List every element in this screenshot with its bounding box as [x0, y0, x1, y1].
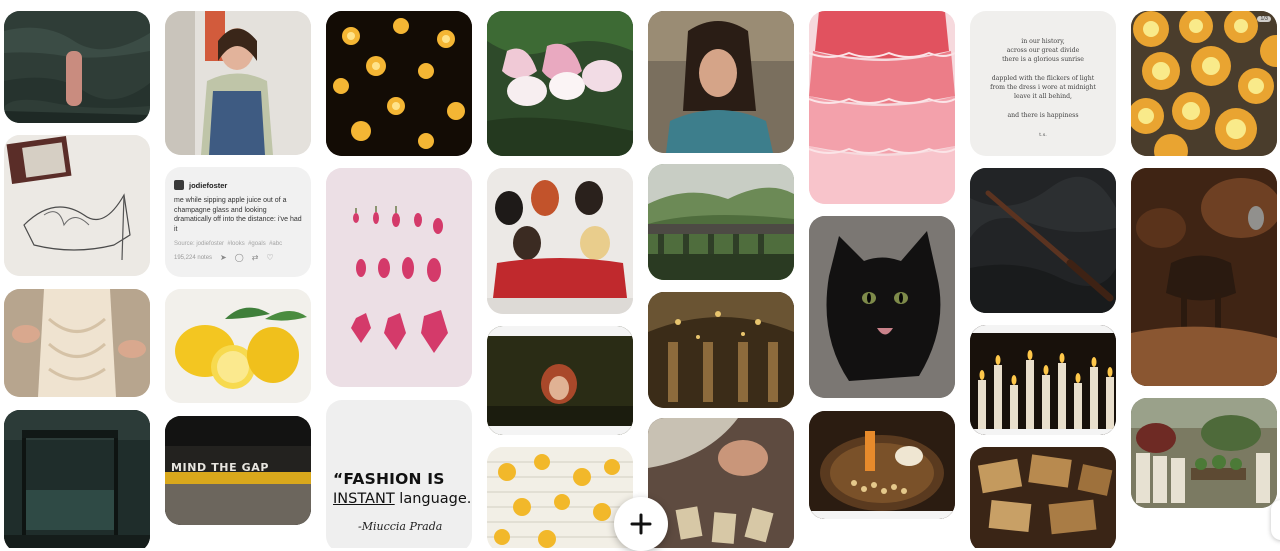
red-hair-night-pin[interactable] — [487, 326, 633, 435]
pin-image — [326, 11, 472, 156]
fashion-shoe-sketch-pin[interactable] — [4, 135, 150, 276]
pin-image — [1131, 168, 1277, 386]
tweet-username: jodiefoster — [189, 180, 228, 190]
yellow-flower-book-pin[interactable] — [487, 447, 633, 548]
image-counter: 1/3 — [1257, 16, 1271, 22]
tweet-tag: #goals — [248, 241, 266, 247]
quote-line-2: INSTANT language.” — [333, 491, 472, 507]
comment-icon: ◯ — [234, 253, 244, 262]
pin-image — [648, 292, 794, 408]
spice-girls-pin[interactable] — [487, 168, 633, 314]
tweet-footer: 195,224 notes ➤ ◯ ⇄ ♡ — [174, 253, 302, 262]
pin-image — [165, 289, 311, 403]
tweet-notes: 195,224 notes — [174, 254, 213, 261]
woman-denim-overalls-pin[interactable] — [165, 11, 311, 155]
pin-grid: jodiefoster me while sipping apple juice… — [0, 0, 1280, 548]
pin-image — [4, 289, 150, 397]
pin-image — [487, 11, 633, 156]
pin-image — [809, 411, 955, 519]
pin-image — [970, 325, 1116, 435]
green-knit-sweater-pin[interactable] — [4, 11, 150, 123]
quote-underlined-word: INSTANT — [333, 491, 395, 507]
mind-the-gap-text: MIND THE GAP — [171, 461, 270, 474]
poem-line: and there is happiness — [1007, 111, 1079, 119]
pin-image — [487, 168, 633, 314]
pin-image — [648, 11, 794, 153]
poem-line: dappled with the flickers of light — [991, 74, 1095, 82]
avatar — [174, 180, 184, 190]
dark-canopy-bedroom-pin[interactable] — [4, 410, 150, 548]
tweet-tag: #looks — [227, 241, 245, 247]
mind-the-gap-pin[interactable]: MIND THE GAP — [165, 416, 311, 525]
dress-form-tailoring-pin[interactable] — [4, 289, 150, 397]
pin-image — [4, 11, 150, 123]
black-cat-pin[interactable] — [809, 216, 955, 398]
poem-text: in our history, across our great divide … — [970, 37, 1116, 120]
tweet-text: me while sipping apple juice out of a ch… — [174, 197, 302, 233]
great-hall-pin[interactable] — [648, 292, 794, 408]
cauldron-pin[interactable] — [1131, 168, 1277, 386]
poem-line: there is a glorious sunrise — [1002, 56, 1084, 64]
poem-line — [970, 65, 1116, 74]
candles-pin[interactable] — [970, 325, 1116, 435]
quote-line-1: “FASHION IS — [333, 470, 445, 488]
pink-buds-flatlay-pin[interactable] — [326, 168, 472, 387]
pin-image — [326, 168, 472, 387]
poem-pin[interactable]: in our history, across our great divide … — [970, 11, 1116, 156]
pin-image — [165, 11, 311, 155]
fashion-quote-pin[interactable]: “FASHION IS INSTANT language.” -Miuccia … — [326, 400, 472, 548]
woman-teal-shirt-pin[interactable] — [648, 11, 794, 153]
tweet-tag: #abc — [269, 241, 283, 247]
tweet-source: Source: jodiefoster #looks #goals #abc — [174, 241, 302, 247]
pin-image — [970, 447, 1116, 548]
reblog-icon: ⇄ — [251, 253, 259, 262]
tweet-source-text: Source: jodiefoster — [174, 241, 225, 247]
fuchsia-flowers-pin[interactable] — [487, 11, 633, 156]
lemon-cakes-pin[interactable]: 1/3 — [1131, 11, 1277, 156]
poem-line: leave it all behind, — [1014, 93, 1072, 101]
poem-line: across our great divide — [1006, 47, 1080, 55]
pin-image — [648, 418, 794, 548]
tarot-cards-hands-pin[interactable] — [648, 418, 794, 548]
poem-signature: t.s. — [1039, 132, 1047, 138]
poem-line: from the dress i wore at midnight — [990, 84, 1096, 92]
heart-icon: ♡ — [266, 253, 274, 262]
pin-image — [648, 164, 794, 280]
pin-image — [487, 447, 633, 548]
pin-image — [1131, 11, 1277, 156]
greenhouse-pin[interactable] — [1131, 398, 1277, 508]
lemons-painting-pin[interactable] — [165, 289, 311, 403]
quote-line-2-rest: language.” — [394, 491, 472, 507]
poem-line: in our history, — [1021, 38, 1065, 45]
magic-wand-pin[interactable] — [970, 168, 1116, 313]
pin-image — [4, 410, 150, 548]
star-fairy-lights-pin[interactable] — [326, 11, 472, 156]
tarot-table-pin[interactable] — [970, 447, 1116, 548]
pin-image — [809, 11, 955, 204]
help-button[interactable] — [1271, 500, 1280, 540]
pin-image — [970, 168, 1116, 313]
pin-image — [1131, 398, 1277, 508]
create-pin-button[interactable] — [614, 497, 668, 551]
pin-image — [4, 135, 150, 276]
poem-line — [970, 101, 1116, 110]
tweet-header: jodiefoster — [174, 180, 302, 190]
green-hills-viaduct-pin[interactable] — [648, 164, 794, 280]
candle-tray-pin[interactable] — [809, 411, 955, 519]
pin-image — [487, 326, 633, 435]
tweet-screenshot-pin[interactable]: jodiefoster me while sipping apple juice… — [165, 167, 311, 277]
pink-ruffle-dress-pin[interactable] — [809, 11, 955, 204]
pin-image — [809, 216, 955, 398]
quote-author: -Miuccia Prada — [358, 520, 443, 533]
send-icon: ➤ — [220, 253, 227, 262]
plus-icon — [630, 513, 652, 535]
